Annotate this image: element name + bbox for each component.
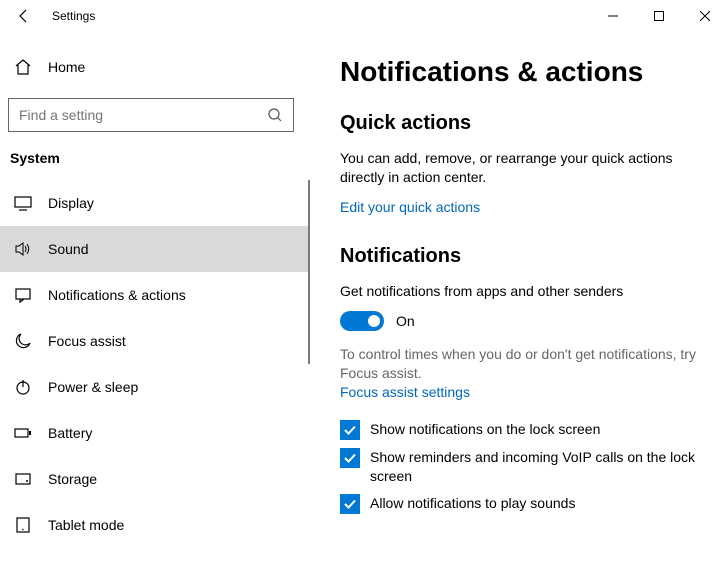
- notifications-heading: Notifications: [340, 245, 698, 268]
- tablet-icon: [14, 516, 32, 534]
- power-icon: [14, 378, 32, 396]
- sidebar-item-label: Sound: [48, 241, 88, 257]
- edit-quick-actions-link[interactable]: Edit your quick actions: [340, 199, 698, 215]
- home-icon: [14, 58, 32, 76]
- check-reminders-voip[interactable]: Show reminders and incoming VoIP calls o…: [340, 448, 698, 486]
- sidebar-item-label: Display: [48, 195, 94, 211]
- sidebar-item-label: Tablet mode: [48, 517, 124, 533]
- sidebar-item-label: Power & sleep: [48, 379, 138, 395]
- notifications-toggle[interactable]: [340, 311, 384, 331]
- toggle-knob: [368, 315, 380, 327]
- close-button[interactable]: [682, 0, 728, 32]
- check-label: Allow notifications to play sounds: [370, 494, 575, 513]
- display-icon: [14, 194, 32, 212]
- page-title: Notifications & actions: [340, 56, 698, 88]
- sidebar-section-label: System: [0, 150, 310, 180]
- sound-icon: [14, 240, 32, 258]
- quick-actions-heading: Quick actions: [340, 112, 698, 135]
- sidebar-item-power-sleep[interactable]: Power & sleep: [0, 364, 310, 410]
- check-lock-screen-notifications[interactable]: Show notifications on the lock screen: [340, 420, 698, 440]
- scrollbar[interactable]: [308, 180, 310, 364]
- checkbox-checked-icon: [340, 420, 360, 440]
- home-label: Home: [48, 59, 85, 75]
- check-play-sounds[interactable]: Allow notifications to play sounds: [340, 494, 698, 514]
- sidebar-item-battery[interactable]: Battery: [0, 410, 310, 456]
- notifications-desc: Get notifications from apps and other se…: [340, 282, 698, 301]
- checkbox-checked-icon: [340, 448, 360, 468]
- focus-assist-icon: [14, 332, 32, 350]
- home-nav[interactable]: Home: [0, 48, 310, 86]
- quick-actions-body: You can add, remove, or rearrange your q…: [340, 149, 698, 187]
- titlebar: Settings: [0, 0, 728, 32]
- battery-icon: [14, 424, 32, 442]
- sidebar-item-label: Focus assist: [48, 333, 126, 349]
- maximize-button[interactable]: [636, 0, 682, 32]
- notifications-icon: [14, 286, 32, 304]
- sidebar-item-label: Storage: [48, 471, 97, 487]
- sidebar-nav-list: Display Sound Notifications & actions: [0, 180, 310, 548]
- storage-icon: [14, 470, 32, 488]
- focus-assist-settings-link[interactable]: Focus assist settings: [340, 384, 698, 400]
- back-button[interactable]: [14, 6, 34, 26]
- sidebar-item-label: Battery: [48, 425, 92, 441]
- check-label: Show reminders and incoming VoIP calls o…: [370, 448, 698, 486]
- sidebar: Home System Display: [0, 32, 310, 568]
- focus-assist-hint: To control times when you do or don't ge…: [340, 345, 698, 383]
- sidebar-item-notifications[interactable]: Notifications & actions: [0, 272, 310, 318]
- search-box[interactable]: [8, 98, 294, 132]
- search-input[interactable]: [19, 107, 267, 123]
- sidebar-item-label: Notifications & actions: [48, 287, 186, 303]
- checkbox-checked-icon: [340, 494, 360, 514]
- toggle-state-label: On: [396, 313, 415, 329]
- window-title: Settings: [52, 9, 95, 23]
- search-icon: [267, 107, 283, 123]
- main-content: Notifications & actions Quick actions Yo…: [310, 32, 728, 568]
- minimize-button[interactable]: [590, 0, 636, 32]
- sidebar-item-sound[interactable]: Sound: [0, 226, 310, 272]
- sidebar-item-focus-assist[interactable]: Focus assist: [0, 318, 310, 364]
- sidebar-item-display[interactable]: Display: [0, 180, 310, 226]
- sidebar-item-storage[interactable]: Storage: [0, 456, 310, 502]
- check-label: Show notifications on the lock screen: [370, 420, 600, 439]
- sidebar-item-tablet-mode[interactable]: Tablet mode: [0, 502, 310, 548]
